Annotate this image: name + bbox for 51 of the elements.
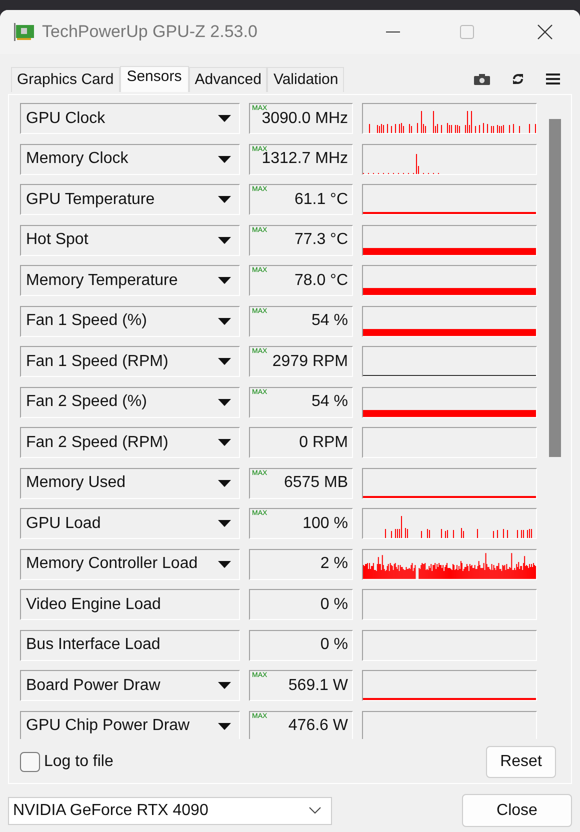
reset-button[interactable]: Reset bbox=[486, 746, 556, 778]
sensor-name-field[interactable]: Fan 1 Speed (%) bbox=[20, 306, 240, 336]
graphics-card-icon bbox=[13, 22, 35, 42]
checkbox-label[interactable]: Log to file bbox=[44, 753, 114, 771]
sensor-name-field[interactable]: Board Power Draw bbox=[20, 670, 240, 701]
dropdown-arrow-icon[interactable] bbox=[218, 358, 231, 365]
sensor-value-field: 0 RPM bbox=[249, 427, 353, 458]
sensor-value-field: 2 % bbox=[249, 548, 353, 580]
sensor-name-field[interactable]: Video Engine Load bbox=[20, 589, 240, 620]
dropdown-arrow-icon[interactable] bbox=[218, 236, 231, 244]
sensor-name-field[interactable]: Fan 2 Speed (%) bbox=[20, 386, 240, 418]
tab[interactable]: Graphics Card bbox=[11, 67, 120, 92]
tab[interactable]: Sensors bbox=[120, 66, 189, 92]
sensor-name-field[interactable]: Fan 1 Speed (RPM) bbox=[20, 346, 240, 377]
dropdown-arrow-icon[interactable] bbox=[218, 439, 231, 446]
dropdown-arrow-icon[interactable] bbox=[218, 520, 231, 527]
chevron-down-icon[interactable] bbox=[309, 807, 321, 814]
dropdown-arrow-icon[interactable] bbox=[218, 196, 231, 203]
dropdown-arrow-icon[interactable] bbox=[218, 115, 231, 122]
refresh-icon[interactable] bbox=[512, 73, 524, 85]
close-icon[interactable] bbox=[537, 24, 553, 40]
window-title: TechPowerUp GPU-Z 2.53.0 bbox=[42, 22, 258, 42]
dropdown-arrow-icon[interactable] bbox=[218, 682, 231, 689]
sensor-name-field[interactable]: Memory Used bbox=[20, 468, 240, 498]
sensor-name-field[interactable]: Memory Controller Load bbox=[20, 548, 240, 580]
sensor-name-field[interactable]: Memory Temperature bbox=[20, 265, 240, 296]
dropdown-arrow-icon[interactable] bbox=[218, 318, 231, 324]
sensor-value-field: 0 % bbox=[249, 589, 353, 620]
sensor-name-field[interactable]: GPU Temperature bbox=[20, 184, 240, 215]
tab[interactable]: Advanced bbox=[188, 67, 268, 92]
sensor-value-field: 0 % bbox=[249, 630, 353, 660]
camera-icon[interactable] bbox=[474, 74, 490, 84]
sensor-name-field[interactable]: GPU Load bbox=[20, 508, 240, 539]
dropdown-arrow-icon[interactable] bbox=[218, 722, 231, 730]
checkbox[interactable] bbox=[20, 752, 40, 772]
sensor-name-field[interactable]: Bus Interface Load bbox=[20, 630, 240, 660]
scrollbar-thumb[interactable] bbox=[549, 119, 561, 457]
close-button[interactable]: Close bbox=[462, 794, 572, 827]
dropdown-arrow-icon[interactable] bbox=[218, 277, 231, 284]
tab[interactable]: Validation bbox=[267, 67, 344, 92]
sensor-name-field[interactable]: GPU Chip Power Draw bbox=[20, 710, 240, 739]
sensor-name-field[interactable]: Hot Spot bbox=[20, 224, 240, 256]
gpu-dropdown[interactable]: NVIDIA GeForce RTX 4090 bbox=[8, 796, 332, 824]
dropdown-arrow-icon[interactable] bbox=[218, 480, 231, 486]
sensor-name-field[interactable]: Memory Clock bbox=[20, 144, 240, 174]
dropdown-arrow-icon[interactable] bbox=[218, 560, 231, 568]
menu-icon[interactable] bbox=[546, 73, 560, 85]
sensor-name-field[interactable]: Fan 2 Speed (RPM) bbox=[20, 427, 240, 458]
sensor-name-field[interactable]: GPU Clock bbox=[20, 103, 240, 134]
dropdown-arrow-icon[interactable] bbox=[218, 156, 231, 162]
dropdown-arrow-icon[interactable] bbox=[218, 398, 231, 406]
